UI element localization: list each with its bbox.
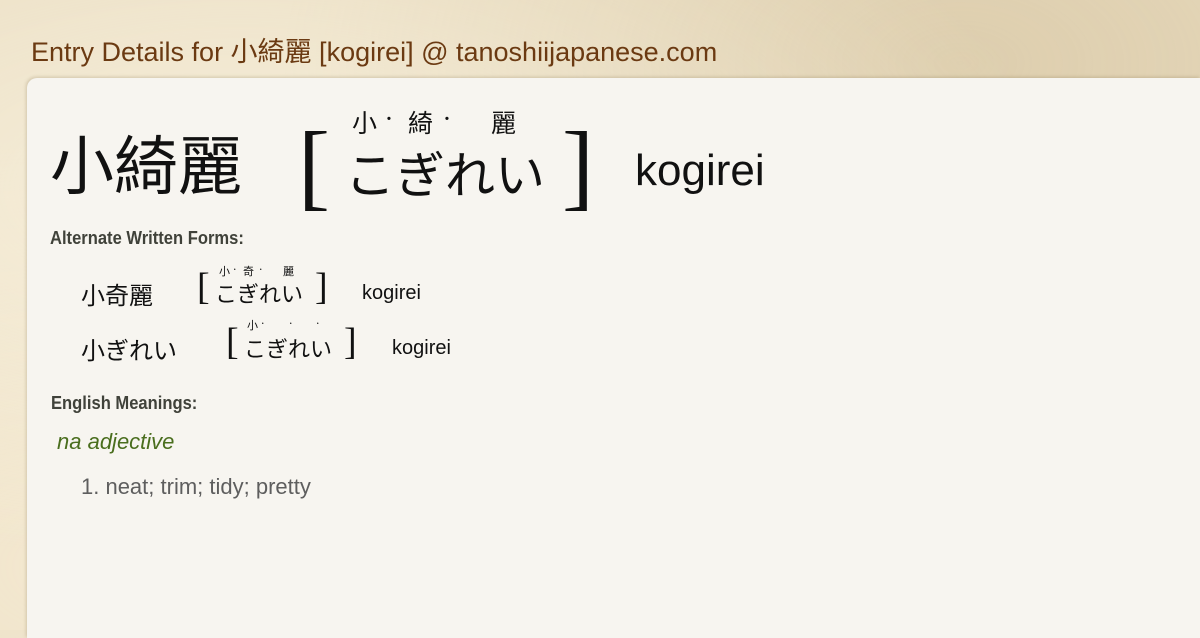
part-of-speech: na adjective: [57, 429, 175, 454]
headword-reading-kana: こぎれい: [345, 147, 545, 205]
reading-bracket-open: [: [226, 321, 239, 363]
alternate-form-kana: こぎれい: [215, 283, 304, 308]
alternate-form-romaji: kogirei: [362, 282, 421, 304]
reading-bracket-open: [: [298, 112, 330, 219]
headword-romaji: kogirei: [635, 146, 765, 195]
reading-bracket-close: ]: [344, 321, 357, 363]
furigana-separator: ·: [289, 317, 293, 330]
furigana-char: 小: [247, 319, 258, 332]
reading-bracket-open: [: [197, 266, 210, 308]
alternate-form-written: 小ぎれい: [81, 337, 177, 365]
furigana-separator: ·: [261, 317, 265, 330]
english-meanings-label: English Meanings:: [51, 393, 198, 413]
furigana-char: 麗: [491, 109, 517, 138]
furigana-separator: ·: [443, 104, 451, 133]
page-title: Entry Details for 小綺麗 [kogirei] @ tanosh…: [31, 37, 718, 67]
furigana-separator: ·: [233, 263, 237, 276]
alternate-form-kana: こぎれい: [244, 338, 333, 363]
furigana-char: 綺: [408, 109, 434, 138]
furigana-char: 小: [352, 109, 378, 138]
reading-bracket-close: ]: [562, 112, 594, 219]
reading-bracket-close: ]: [315, 266, 328, 308]
furigana-separator: ·: [259, 263, 263, 276]
furigana-separator: ·: [385, 104, 393, 133]
headword: 小綺麗: [50, 131, 242, 205]
definition-item: 1. neat; trim; tidy; pretty: [81, 474, 311, 499]
alternate-form-romaji: kogirei: [392, 337, 451, 359]
alternate-form-written: 小奇麗: [81, 282, 153, 310]
alternate-forms-label: Alternate Written Forms:: [50, 228, 244, 248]
furigana-separator: ·: [316, 317, 320, 330]
